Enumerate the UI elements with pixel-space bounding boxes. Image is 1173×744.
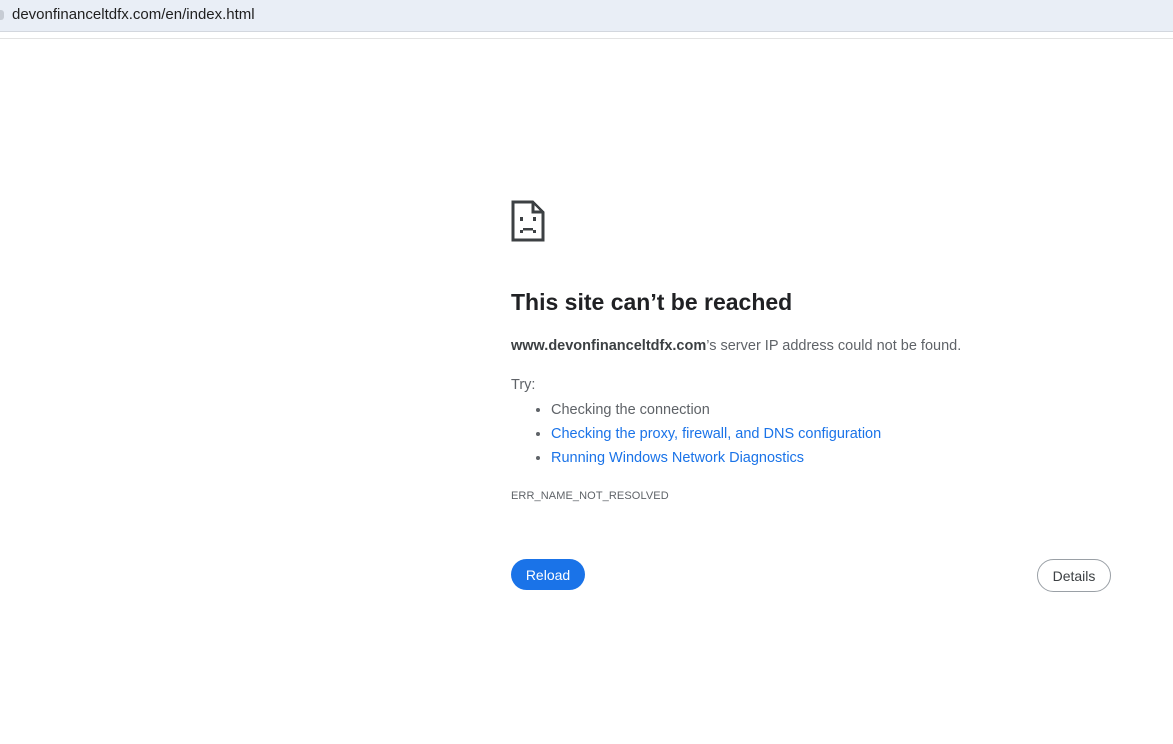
address-bar[interactable]: devonfinanceltdfx.com/en/index.html <box>0 0 1173 32</box>
tab-edge <box>0 10 4 20</box>
try-label: Try: <box>511 377 536 393</box>
suggestions-list: Checking the connection Checking the pro… <box>511 398 881 470</box>
summary-host: www.devonfinanceltdfx.com <box>511 338 707 354</box>
sad-page-icon <box>511 200 545 242</box>
details-button[interactable]: Details <box>1037 559 1111 592</box>
page-title: This site can’t be reached <box>511 289 793 315</box>
suggestion-network-diagnostics-link[interactable]: Running Windows Network Diagnostics <box>551 446 881 470</box>
toolbar-divider <box>0 38 1173 39</box>
error-code: ERR_NAME_NOT_RESOLVED <box>511 490 669 502</box>
suggestion-check-connection: Checking the connection <box>551 398 881 422</box>
error-summary: www.devonfinanceltdfx.com’s server IP ad… <box>511 338 961 354</box>
summary-text: ’s server IP address could not be found. <box>706 338 962 354</box>
suggestion-check-proxy-link[interactable]: Checking the proxy, firewall, and DNS co… <box>551 422 881 446</box>
reload-button[interactable]: Reload <box>511 559 585 590</box>
url-text[interactable]: devonfinanceltdfx.com/en/index.html <box>12 6 255 23</box>
